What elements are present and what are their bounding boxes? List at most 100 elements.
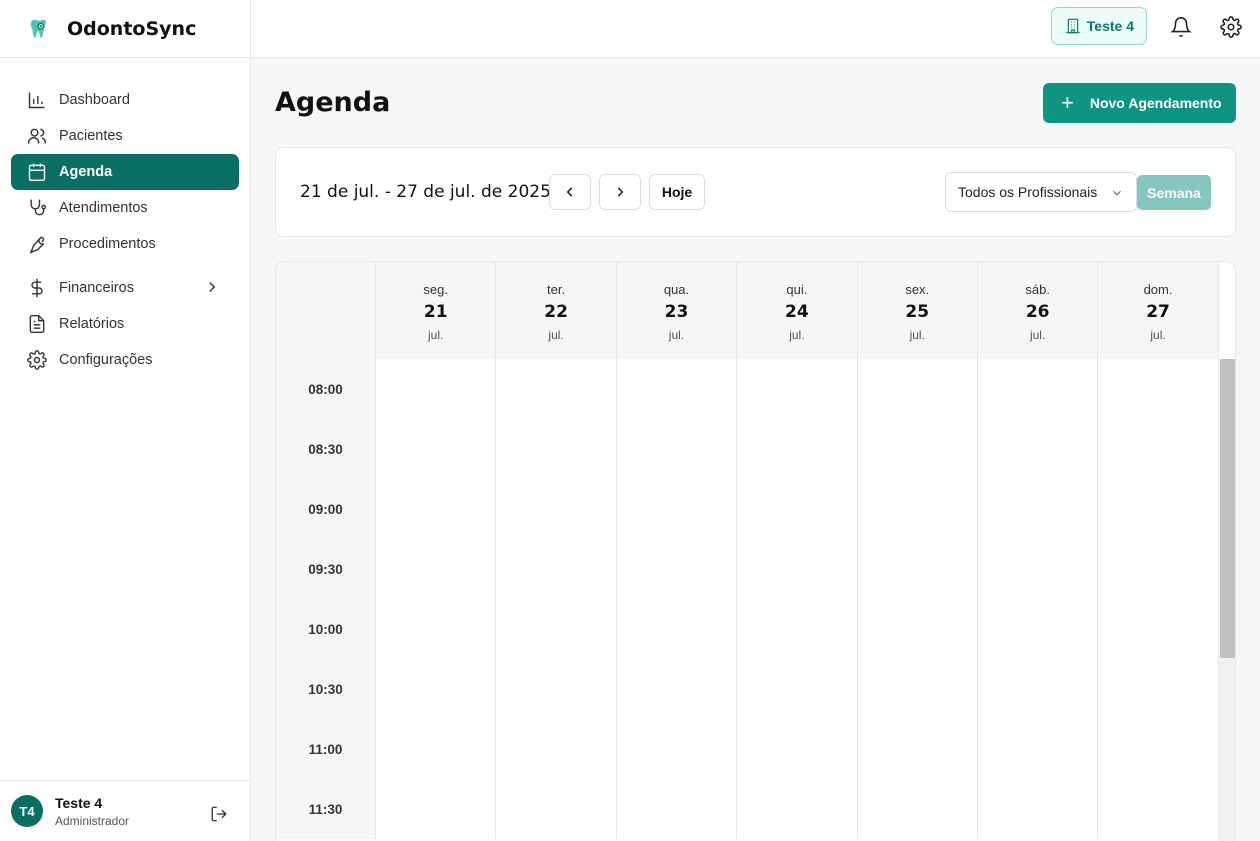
sidebar-item-atendimentos[interactable]: Atendimentos [11, 190, 239, 226]
time-slot[interactable] [977, 479, 1099, 539]
day-header[interactable]: sáb. 26 jul. [977, 262, 1099, 359]
time-slot[interactable] [496, 599, 617, 659]
day-header[interactable]: qui. 24 jul. [737, 262, 858, 359]
week-view-button[interactable]: Semana [1137, 175, 1211, 210]
time-slot[interactable] [376, 479, 497, 539]
time-slot[interactable] [496, 779, 617, 839]
time-slot[interactable] [1098, 779, 1219, 839]
time-slot[interactable] [616, 599, 738, 659]
sidebar-item-pacientes[interactable]: Pacientes [11, 118, 239, 154]
scrollbar-thumb[interactable] [1220, 359, 1235, 658]
time-slot[interactable] [737, 479, 858, 539]
time-slot[interactable] [737, 659, 858, 719]
sidebar-item-financeiros[interactable]: Financeiros [11, 270, 239, 306]
time-slot[interactable] [977, 719, 1099, 779]
day-header[interactable]: qua. 23 jul. [616, 262, 738, 359]
time-slot[interactable] [376, 419, 497, 479]
brand[interactable]: OdontoSync [0, 0, 250, 58]
time-slot[interactable] [496, 359, 617, 419]
time-slot[interactable] [1098, 479, 1219, 539]
time-slot[interactable] [737, 359, 858, 419]
avatar[interactable]: T4 [11, 795, 43, 827]
time-slot[interactable] [616, 719, 738, 779]
day-number: 23 [664, 302, 689, 322]
today-button[interactable]: Hoje [649, 174, 705, 210]
time-slot[interactable] [616, 479, 738, 539]
brand-name: OdontoSync [67, 17, 197, 40]
time-slot[interactable] [737, 719, 858, 779]
time-slot[interactable] [496, 719, 617, 779]
time-slot[interactable] [977, 659, 1099, 719]
day-header[interactable]: sex. 25 jul. [857, 262, 978, 359]
clinic-selector[interactable]: Teste 4 [1050, 7, 1147, 45]
time-slot[interactable] [1098, 419, 1219, 479]
time-slot[interactable] [376, 599, 497, 659]
time-slot[interactable] [737, 779, 858, 839]
settings-gear-icon[interactable] [1220, 16, 1242, 38]
time-slot[interactable] [376, 359, 497, 419]
sidebar-item-dashboard[interactable]: Dashboard [11, 82, 239, 118]
time-slot[interactable] [496, 659, 617, 719]
time-slot[interactable] [616, 659, 738, 719]
time-slot[interactable] [977, 359, 1099, 419]
gear-icon [27, 350, 47, 370]
time-slot[interactable] [737, 419, 858, 479]
time-slot[interactable] [857, 599, 978, 659]
calendar-scrollbar[interactable] [1218, 359, 1235, 841]
time-slot[interactable] [376, 539, 497, 599]
prev-week-button[interactable] [549, 174, 591, 210]
time-slot[interactable] [1098, 659, 1219, 719]
time-slot[interactable] [616, 419, 738, 479]
sidebar-item-label: Atendimentos [59, 200, 148, 216]
sidebar-item-label: Relatórios [59, 316, 125, 332]
professional-select[interactable]: Todos os Profissionais [945, 172, 1137, 212]
time-label: 08:30 [276, 419, 376, 479]
time-row: 11:00 [276, 719, 1219, 779]
day-header[interactable]: seg. 21 jul. [376, 262, 497, 359]
time-slot[interactable] [376, 719, 497, 779]
sidebar-item-configuracoes[interactable]: Configurações [11, 342, 239, 378]
time-slot[interactable] [616, 539, 738, 599]
time-slot[interactable] [376, 659, 497, 719]
time-slot[interactable] [616, 779, 738, 839]
time-row: 09:00 [276, 479, 1219, 539]
day-name: ter. [547, 282, 566, 297]
time-slot[interactable] [496, 479, 617, 539]
day-month: jul. [428, 328, 444, 342]
bell-icon[interactable] [1170, 16, 1192, 38]
sidebar-item-relatorios[interactable]: Relatórios [11, 306, 239, 342]
time-slot[interactable] [737, 539, 858, 599]
logout-icon[interactable] [210, 805, 228, 823]
time-slot[interactable] [857, 359, 978, 419]
day-header[interactable]: ter. 22 jul. [496, 262, 617, 359]
time-slot[interactable] [496, 419, 617, 479]
time-slot[interactable] [977, 599, 1099, 659]
time-slot[interactable] [857, 419, 978, 479]
time-slot[interactable] [857, 659, 978, 719]
time-slot[interactable] [857, 479, 978, 539]
time-slot[interactable] [857, 539, 978, 599]
time-slot[interactable] [737, 599, 858, 659]
time-slot[interactable] [1098, 539, 1219, 599]
time-slot[interactable] [857, 719, 978, 779]
day-header[interactable]: dom. 27 jul. [1098, 262, 1219, 359]
chevron-down-icon [1113, 190, 1121, 196]
new-appointment-button[interactable]: + Novo Agendamento [1043, 83, 1236, 123]
time-slot[interactable] [1098, 359, 1219, 419]
time-slot[interactable] [977, 779, 1099, 839]
time-slot[interactable] [616, 359, 738, 419]
time-slot[interactable] [1098, 599, 1219, 659]
time-label: 10:00 [276, 599, 376, 659]
time-slot[interactable] [857, 779, 978, 839]
sidebar-item-procedimentos[interactable]: Procedimentos [11, 226, 239, 262]
time-slot[interactable] [496, 539, 617, 599]
time-slot[interactable] [376, 779, 497, 839]
next-week-button[interactable] [599, 174, 641, 210]
time-slot[interactable] [977, 419, 1099, 479]
sidebar-item-agenda[interactable]: Agenda [11, 154, 239, 190]
sidebar-item-label: Procedimentos [59, 236, 156, 252]
day-number: 21 [423, 302, 448, 322]
time-slot[interactable] [1098, 719, 1219, 779]
bar-chart-icon [28, 92, 45, 109]
time-slot[interactable] [977, 539, 1099, 599]
